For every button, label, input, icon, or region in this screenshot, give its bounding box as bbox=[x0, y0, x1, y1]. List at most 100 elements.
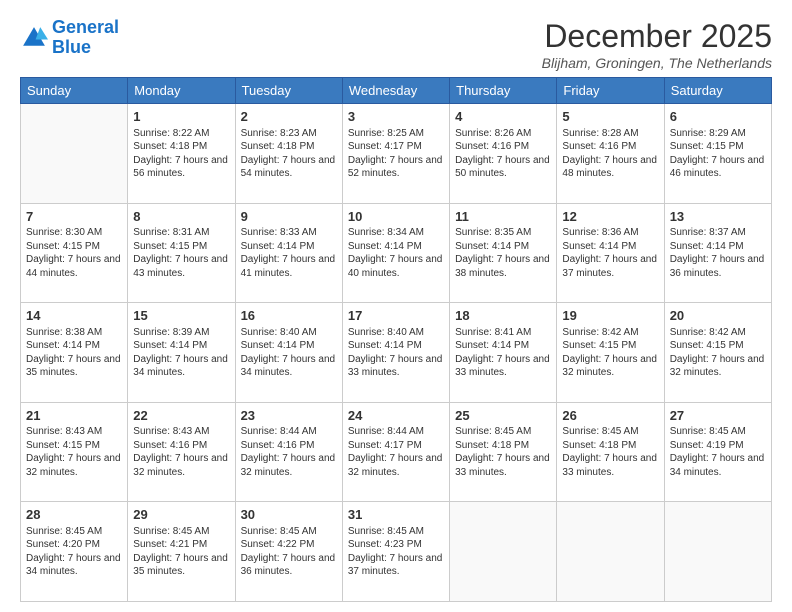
day-cell: 11Sunrise: 8:35 AMSunset: 4:14 PMDayligh… bbox=[450, 203, 557, 303]
header-row: SundayMondayTuesdayWednesdayThursdayFrid… bbox=[21, 78, 772, 104]
week-row-2: 14Sunrise: 8:38 AMSunset: 4:14 PMDayligh… bbox=[21, 303, 772, 403]
day-cell: 2Sunrise: 8:23 AMSunset: 4:18 PMDaylight… bbox=[235, 104, 342, 204]
sun-info: Sunrise: 8:45 AMSunset: 4:18 PMDaylight:… bbox=[455, 425, 551, 479]
day-number: 24 bbox=[348, 407, 444, 425]
page: General Blue December 2025 Blijham, Gron… bbox=[0, 0, 792, 612]
day-number: 4 bbox=[455, 108, 551, 126]
sun-info: Sunrise: 8:44 AMSunset: 4:16 PMDaylight:… bbox=[241, 425, 337, 479]
header: General Blue December 2025 Blijham, Gron… bbox=[20, 18, 772, 71]
sun-info: Sunrise: 8:45 AMSunset: 4:22 PMDaylight:… bbox=[241, 525, 337, 579]
day-number: 14 bbox=[26, 307, 122, 325]
day-number: 19 bbox=[562, 307, 658, 325]
day-number: 16 bbox=[241, 307, 337, 325]
day-cell: 5Sunrise: 8:28 AMSunset: 4:16 PMDaylight… bbox=[557, 104, 664, 204]
day-cell: 9Sunrise: 8:33 AMSunset: 4:14 PMDaylight… bbox=[235, 203, 342, 303]
day-number: 15 bbox=[133, 307, 229, 325]
day-cell: 13Sunrise: 8:37 AMSunset: 4:14 PMDayligh… bbox=[664, 203, 771, 303]
sun-info: Sunrise: 8:28 AMSunset: 4:16 PMDaylight:… bbox=[562, 127, 658, 181]
sun-info: Sunrise: 8:26 AMSunset: 4:16 PMDaylight:… bbox=[455, 127, 551, 181]
day-number: 11 bbox=[455, 208, 551, 226]
sun-info: Sunrise: 8:31 AMSunset: 4:15 PMDaylight:… bbox=[133, 226, 229, 280]
sun-info: Sunrise: 8:45 AMSunset: 4:23 PMDaylight:… bbox=[348, 525, 444, 579]
day-cell: 16Sunrise: 8:40 AMSunset: 4:14 PMDayligh… bbox=[235, 303, 342, 403]
day-number: 5 bbox=[562, 108, 658, 126]
day-cell: 23Sunrise: 8:44 AMSunset: 4:16 PMDayligh… bbox=[235, 402, 342, 502]
header-day-thursday: Thursday bbox=[450, 78, 557, 104]
sun-info: Sunrise: 8:45 AMSunset: 4:20 PMDaylight:… bbox=[26, 525, 122, 579]
day-cell: 4Sunrise: 8:26 AMSunset: 4:16 PMDaylight… bbox=[450, 104, 557, 204]
day-number: 22 bbox=[133, 407, 229, 425]
logo: General Blue bbox=[20, 18, 119, 58]
sun-info: Sunrise: 8:29 AMSunset: 4:15 PMDaylight:… bbox=[670, 127, 766, 181]
day-number: 1 bbox=[133, 108, 229, 126]
day-cell: 3Sunrise: 8:25 AMSunset: 4:17 PMDaylight… bbox=[342, 104, 449, 204]
sun-info: Sunrise: 8:39 AMSunset: 4:14 PMDaylight:… bbox=[133, 326, 229, 380]
day-cell: 19Sunrise: 8:42 AMSunset: 4:15 PMDayligh… bbox=[557, 303, 664, 403]
day-cell: 1Sunrise: 8:22 AMSunset: 4:18 PMDaylight… bbox=[128, 104, 235, 204]
day-number: 3 bbox=[348, 108, 444, 126]
day-cell: 18Sunrise: 8:41 AMSunset: 4:14 PMDayligh… bbox=[450, 303, 557, 403]
week-row-0: 1Sunrise: 8:22 AMSunset: 4:18 PMDaylight… bbox=[21, 104, 772, 204]
sun-info: Sunrise: 8:38 AMSunset: 4:14 PMDaylight:… bbox=[26, 326, 122, 380]
day-cell: 27Sunrise: 8:45 AMSunset: 4:19 PMDayligh… bbox=[664, 402, 771, 502]
logo-icon bbox=[20, 24, 48, 52]
sun-info: Sunrise: 8:40 AMSunset: 4:14 PMDaylight:… bbox=[241, 326, 337, 380]
month-title: December 2025 bbox=[542, 18, 772, 55]
day-number: 31 bbox=[348, 506, 444, 524]
sun-info: Sunrise: 8:44 AMSunset: 4:17 PMDaylight:… bbox=[348, 425, 444, 479]
day-cell: 30Sunrise: 8:45 AMSunset: 4:22 PMDayligh… bbox=[235, 502, 342, 602]
day-number: 27 bbox=[670, 407, 766, 425]
day-cell: 17Sunrise: 8:40 AMSunset: 4:14 PMDayligh… bbox=[342, 303, 449, 403]
day-cell bbox=[664, 502, 771, 602]
header-day-sunday: Sunday bbox=[21, 78, 128, 104]
sun-info: Sunrise: 8:42 AMSunset: 4:15 PMDaylight:… bbox=[670, 326, 766, 380]
day-number: 8 bbox=[133, 208, 229, 226]
day-cell bbox=[21, 104, 128, 204]
day-cell: 20Sunrise: 8:42 AMSunset: 4:15 PMDayligh… bbox=[664, 303, 771, 403]
logo-text: General Blue bbox=[52, 18, 119, 58]
day-cell: 24Sunrise: 8:44 AMSunset: 4:17 PMDayligh… bbox=[342, 402, 449, 502]
day-number: 28 bbox=[26, 506, 122, 524]
day-cell: 26Sunrise: 8:45 AMSunset: 4:18 PMDayligh… bbox=[557, 402, 664, 502]
logo-line2: Blue bbox=[52, 37, 91, 57]
day-number: 10 bbox=[348, 208, 444, 226]
sun-info: Sunrise: 8:41 AMSunset: 4:14 PMDaylight:… bbox=[455, 326, 551, 380]
day-number: 6 bbox=[670, 108, 766, 126]
day-cell: 6Sunrise: 8:29 AMSunset: 4:15 PMDaylight… bbox=[664, 104, 771, 204]
location: Blijham, Groningen, The Netherlands bbox=[542, 55, 772, 71]
day-cell: 28Sunrise: 8:45 AMSunset: 4:20 PMDayligh… bbox=[21, 502, 128, 602]
day-cell: 22Sunrise: 8:43 AMSunset: 4:16 PMDayligh… bbox=[128, 402, 235, 502]
sun-info: Sunrise: 8:40 AMSunset: 4:14 PMDaylight:… bbox=[348, 326, 444, 380]
week-row-3: 21Sunrise: 8:43 AMSunset: 4:15 PMDayligh… bbox=[21, 402, 772, 502]
day-number: 2 bbox=[241, 108, 337, 126]
sun-info: Sunrise: 8:45 AMSunset: 4:21 PMDaylight:… bbox=[133, 525, 229, 579]
day-number: 25 bbox=[455, 407, 551, 425]
day-number: 7 bbox=[26, 208, 122, 226]
day-number: 13 bbox=[670, 208, 766, 226]
sun-info: Sunrise: 8:25 AMSunset: 4:17 PMDaylight:… bbox=[348, 127, 444, 181]
sun-info: Sunrise: 8:36 AMSunset: 4:14 PMDaylight:… bbox=[562, 226, 658, 280]
day-number: 12 bbox=[562, 208, 658, 226]
sun-info: Sunrise: 8:34 AMSunset: 4:14 PMDaylight:… bbox=[348, 226, 444, 280]
title-block: December 2025 Blijham, Groningen, The Ne… bbox=[542, 18, 772, 71]
calendar-table: SundayMondayTuesdayWednesdayThursdayFrid… bbox=[20, 77, 772, 602]
day-cell bbox=[450, 502, 557, 602]
day-number: 30 bbox=[241, 506, 337, 524]
day-number: 17 bbox=[348, 307, 444, 325]
header-day-saturday: Saturday bbox=[664, 78, 771, 104]
sun-info: Sunrise: 8:22 AMSunset: 4:18 PMDaylight:… bbox=[133, 127, 229, 181]
day-cell: 31Sunrise: 8:45 AMSunset: 4:23 PMDayligh… bbox=[342, 502, 449, 602]
day-number: 23 bbox=[241, 407, 337, 425]
day-cell: 15Sunrise: 8:39 AMSunset: 4:14 PMDayligh… bbox=[128, 303, 235, 403]
day-cell: 14Sunrise: 8:38 AMSunset: 4:14 PMDayligh… bbox=[21, 303, 128, 403]
day-cell: 25Sunrise: 8:45 AMSunset: 4:18 PMDayligh… bbox=[450, 402, 557, 502]
day-number: 21 bbox=[26, 407, 122, 425]
logo-line1: General bbox=[52, 17, 119, 37]
sun-info: Sunrise: 8:23 AMSunset: 4:18 PMDaylight:… bbox=[241, 127, 337, 181]
day-number: 29 bbox=[133, 506, 229, 524]
day-cell: 7Sunrise: 8:30 AMSunset: 4:15 PMDaylight… bbox=[21, 203, 128, 303]
sun-info: Sunrise: 8:45 AMSunset: 4:19 PMDaylight:… bbox=[670, 425, 766, 479]
day-number: 20 bbox=[670, 307, 766, 325]
header-day-tuesday: Tuesday bbox=[235, 78, 342, 104]
sun-info: Sunrise: 8:45 AMSunset: 4:18 PMDaylight:… bbox=[562, 425, 658, 479]
